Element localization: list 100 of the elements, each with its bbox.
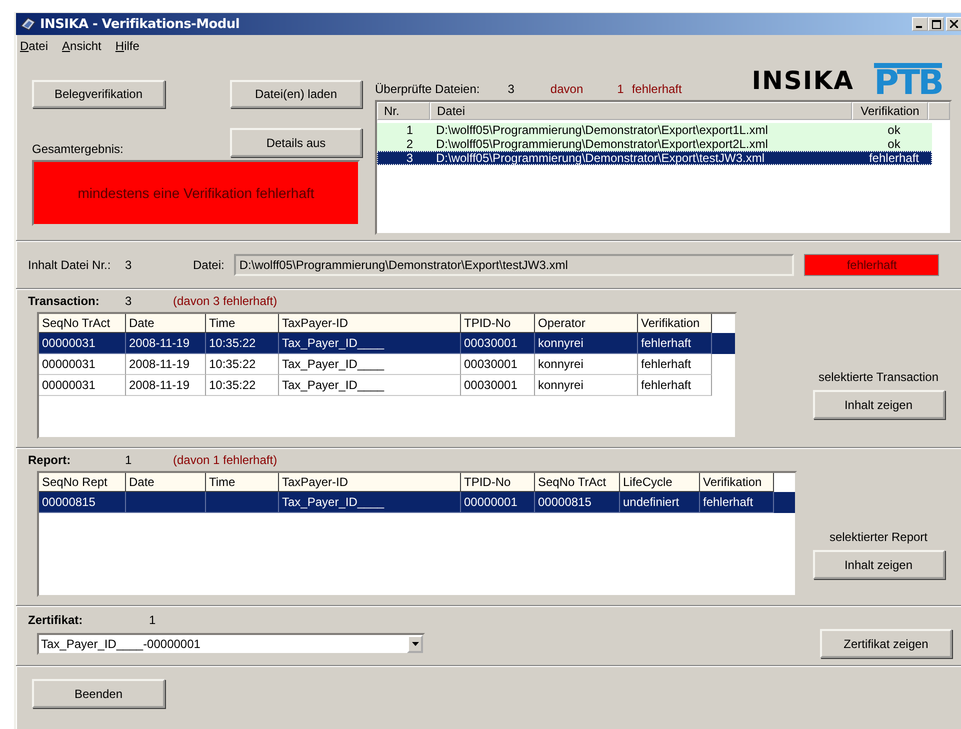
verification-status: ok (886, 137, 902, 151)
verification-status: ok (886, 123, 902, 137)
table-cell: fehlerhaft (638, 333, 712, 354)
verification-status: fehlerhaft (868, 151, 920, 165)
menu-item[interactable]: Hilfe (115, 39, 140, 57)
files-count: 3 (508, 82, 514, 96)
table-cell: undefiniert (620, 492, 700, 513)
table-row[interactable]: 00000815 Tax_Payer_ID____ 00000001 00000815 undefiniert fehlerhaft (39, 492, 795, 513)
section-count: 1 (149, 613, 156, 627)
certificate-dropdown[interactable]: Tax_Payer_ID____-00000001 (37, 632, 425, 654)
file-row[interactable]: 3 D:\wolff05\Programmierung\Demonstrator\Export\testJW3.xml fehlerhaft (377, 151, 932, 165)
error-summary: (davon 3 fehlerhaft) (173, 294, 278, 308)
selection-label: selektierte Transaction (818, 370, 939, 384)
file-result: fehlerhaft (804, 254, 940, 276)
error-count: 1 (617, 82, 624, 96)
exit-button[interactable]: Beenden (32, 679, 165, 708)
table-cell: konnyrei (535, 354, 638, 375)
dropdown-arrow-icon (412, 642, 418, 646)
maximize-button[interactable] (928, 17, 944, 31)
column-header[interactable]: Verifikation (638, 314, 712, 333)
column-header[interactable]: LifeCycle (620, 473, 700, 492)
table-cell: 00000031 (39, 375, 126, 396)
row-number: 1 (405, 123, 413, 137)
column-header[interactable]: TaxPayer-ID (279, 314, 461, 333)
verify-button[interactable]: Belegverifikation (32, 80, 165, 108)
show-content-button[interactable]: Inhalt zeigen (812, 390, 944, 419)
error-label: davon (550, 82, 584, 96)
table-row[interactable]: 00000031 2008-11-19 10:35:22 Tax_Payer_ID____ 00030001 konnyrei fehlerhaft (39, 375, 735, 396)
file-number-label: Inhalt Datei Nr.: (28, 258, 112, 272)
column-header[interactable]: Date (126, 314, 206, 333)
error-summary: (davon 1 fehlerhaft) (173, 453, 278, 467)
section-title: Zertifikat: (28, 613, 84, 627)
column-header[interactable]: TaxPayer-ID (279, 473, 461, 492)
table-cell: Tax_Payer_ID____ (279, 333, 461, 354)
menu-item[interactable]: Datei (20, 39, 48, 57)
section-title: Transaction: (28, 294, 100, 308)
section-count: 3 (125, 294, 133, 308)
result-box: mindestens eine Verifikation fehlerhaft (32, 160, 360, 226)
column-header[interactable]: Datei (430, 102, 852, 120)
minimize-button[interactable] (912, 17, 928, 31)
table-row[interactable]: 00000031 2008-11-19 10:35:22 Tax_Payer_ID____ 00030001 konnyrei fehlerhaft (39, 354, 735, 375)
table-cell: 00030001 (461, 333, 535, 354)
column-header[interactable]: TPID-No (461, 473, 535, 492)
section-count: 1 (125, 453, 133, 467)
dropdown-value: Tax_Payer_ID____-00000001 (41, 636, 202, 650)
close-button[interactable] (946, 17, 961, 31)
column-header[interactable]: SeqNo Rept (39, 473, 126, 492)
table-cell: 00000815 (39, 492, 126, 513)
table-cell: fehlerhaft (700, 492, 774, 513)
column-header[interactable]: SeqNo TrAct (39, 314, 126, 333)
table-cell: 00000815 (535, 492, 620, 513)
section-title: Report: (28, 453, 72, 467)
table-cell: fehlerhaft (638, 375, 712, 396)
selection-label: selektierter Report (829, 530, 928, 544)
details-button[interactable]: Details aus (230, 128, 362, 157)
table-cell: 10:35:22 (206, 354, 279, 375)
table-cell: 2008-11-19 (126, 333, 206, 354)
file-path: D:\wolff05\Programmierung\Demonstrator\Export\export2L.xml (436, 137, 769, 151)
column-header[interactable]: TPID-No (461, 314, 535, 333)
certificate-button[interactable]: Zertifikat zeigen (820, 629, 952, 658)
table-cell: fehlerhaft (638, 354, 712, 375)
file-number: 3 (125, 258, 133, 272)
table-cell: 00000001 (461, 492, 535, 513)
table-cell: konnyrei (535, 375, 638, 396)
show-content-button[interactable]: Inhalt zeigen (812, 550, 944, 579)
column-header[interactable]: SeqNo TrAct (535, 473, 620, 492)
result-label: Gesamtergebnis: (32, 142, 124, 156)
column-header[interactable]: Date (126, 473, 206, 492)
column-header[interactable]: Time (206, 314, 279, 333)
file-path: D:\wolff05\Programmierung\Demonstrator\Export\export1L.xml (436, 123, 769, 137)
file-row[interactable]: 2 D:\wolff05\Programmierung\Demonstrator\Export\export2L.xml ok (377, 137, 932, 151)
file-path: D:\wolff05\Programmierung\Demonstrator\Export\testJW3.xml (436, 151, 766, 165)
row-number: 2 (405, 137, 413, 151)
row-number: 3 (405, 151, 413, 165)
file-row[interactable]: 1 D:\wolff05\Programmierung\Demonstrator\Export\export1L.xml ok (377, 123, 932, 137)
column-header[interactable]: Verifikation (852, 102, 928, 120)
close-icon (950, 20, 958, 28)
table-cell: 00030001 (461, 375, 535, 396)
table-cell: 00030001 (461, 354, 535, 375)
load-button[interactable]: Datei(en) laden (230, 80, 362, 108)
table-cell: 10:35:22 (206, 333, 279, 354)
table-cell: Tax_Payer_ID____ (279, 375, 461, 396)
app-icon (19, 16, 37, 32)
column-header[interactable]: Operator (535, 314, 638, 333)
files-label: Überprüfte Dateien: (375, 82, 480, 96)
file-path-field: D:\wolff05\Programmierung\Demonstrator\Export\testJW3.xml (234, 254, 794, 276)
column-header[interactable]: Time (206, 473, 279, 492)
column-header[interactable]: Verifikation (700, 473, 774, 492)
window-title: INSIKA - Verifikations-Modul (40, 16, 241, 32)
insika-logo: INSIKA (752, 66, 854, 95)
table-cell: Tax_Payer_ID____ (279, 492, 461, 513)
column-header[interactable]: Nr. (377, 102, 430, 120)
error-label: fehlerhaft (632, 82, 682, 96)
table-cell: konnyrei (535, 333, 638, 354)
table-cell: Tax_Payer_ID____ (279, 354, 461, 375)
table-cell: 2008-11-19 (126, 375, 206, 396)
table-row[interactable]: 00000031 2008-11-19 10:35:22 Tax_Payer_ID____ 00030001 konnyrei fehlerhaft (39, 333, 735, 354)
menu-item[interactable]: Ansicht (62, 39, 102, 57)
table-cell: 00000031 (39, 333, 126, 354)
maximize-icon (932, 20, 940, 28)
